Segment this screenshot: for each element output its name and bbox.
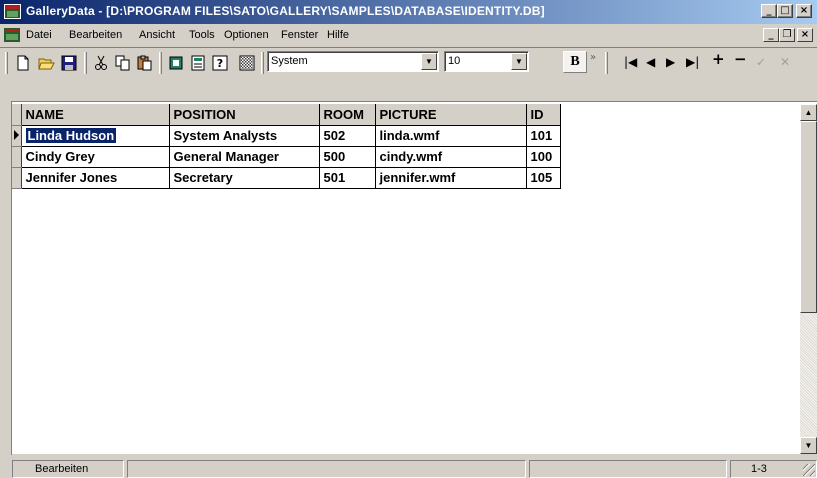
font-name-dropdown[interactable]: System ▼	[267, 51, 439, 72]
grid-view-icon[interactable]	[165, 52, 187, 74]
data-table[interactable]: NAME POSITION ROOM PICTURE ID Linda Huds…	[12, 104, 561, 189]
table-cell[interactable]: 501	[319, 167, 376, 189]
application-window: GalleryData - [D:\PROGRAM FILES\SATO\GAL…	[0, 0, 817, 478]
column-header-name[interactable]: NAME	[21, 104, 170, 126]
table-row[interactable]: Jennifer Jones Secretary 501 jennifer.wm…	[12, 167, 561, 189]
table-cell[interactable]: Cindy Grey	[21, 146, 170, 168]
column-header-position[interactable]: POSITION	[169, 104, 320, 126]
table-cell[interactable]: jennifer.wmf	[375, 167, 527, 189]
scroll-down-button[interactable]: ▼	[800, 437, 817, 454]
table-row[interactable]: Linda Hudson System Analysts 502 linda.w…	[12, 125, 561, 147]
row-indicator[interactable]	[12, 146, 22, 168]
toolbar-separator	[261, 52, 264, 74]
app-icon[interactable]	[4, 4, 21, 19]
copy-icon[interactable]	[112, 52, 134, 74]
minimize-button[interactable]: _	[761, 4, 777, 18]
delete-record-icon[interactable]: −	[734, 51, 747, 67]
font-size-value: 10	[448, 55, 461, 67]
mdi-close-button[interactable]: ×	[797, 28, 813, 42]
save-disk-icon[interactable]	[58, 52, 80, 74]
close-button[interactable]: ×	[796, 4, 812, 18]
toolbar-overflow-icon[interactable]: »	[590, 50, 596, 66]
table-cell[interactable]: 105	[526, 167, 561, 189]
first-record-icon[interactable]: |◀	[624, 54, 637, 70]
table-cell[interactable]: linda.wmf	[375, 125, 527, 147]
current-row-arrow-icon	[14, 130, 19, 140]
window-title: GalleryData - [D:\PROGRAM FILES\SATO\GAL…	[26, 4, 545, 18]
font-name-value: System	[271, 55, 308, 67]
row-indicator-header	[12, 104, 22, 126]
status-panel	[529, 460, 727, 478]
table-cell[interactable]: Secretary	[169, 167, 320, 189]
svg-text:?: ?	[217, 57, 223, 70]
form-view-icon[interactable]	[187, 52, 209, 74]
scroll-up-button[interactable]: ▲	[800, 104, 817, 121]
menu-datei[interactable]: Datei	[26, 29, 52, 41]
title-bar[interactable]: GalleryData - [D:\PROGRAM FILES\SATO\GAL…	[0, 0, 817, 24]
maximize-button[interactable]: □	[777, 4, 793, 18]
menu-tools[interactable]: Tools	[189, 29, 215, 41]
image-icon[interactable]	[236, 52, 258, 74]
paste-icon[interactable]	[134, 52, 156, 74]
menu-fenster[interactable]: Fenster	[281, 29, 318, 41]
menu-bar: Datei Bearbeiten Ansicht Tools Optionen …	[0, 26, 817, 46]
mdi-restore-button[interactable]: ❐	[779, 28, 795, 42]
chevron-down-icon[interactable]: ▼	[421, 53, 437, 70]
row-indicator[interactable]	[12, 167, 22, 189]
new-document-icon[interactable]	[12, 52, 34, 74]
status-panel	[127, 460, 526, 478]
table-cell[interactable]: cindy.wmf	[375, 146, 527, 168]
table-cell[interactable]: 500	[319, 146, 376, 168]
row-indicator[interactable]	[12, 125, 22, 147]
prior-record-icon[interactable]: ◀	[646, 54, 655, 70]
table-cell[interactable]: 101	[526, 125, 561, 147]
table-cell[interactable]: General Manager	[169, 146, 320, 168]
post-record-icon[interactable]: ✓	[756, 54, 766, 70]
menu-ansicht[interactable]: Ansicht	[139, 29, 175, 41]
font-size-dropdown[interactable]: 10 ▼	[444, 51, 529, 72]
table-cell[interactable]: Jennifer Jones	[21, 167, 170, 189]
chevron-down-icon[interactable]: ▼	[511, 53, 527, 70]
cancel-edit-icon[interactable]: ✕	[780, 54, 790, 70]
table-cell[interactable]: 100	[526, 146, 561, 168]
column-header-picture[interactable]: PICTURE	[375, 104, 527, 126]
column-header-id[interactable]: ID	[526, 104, 561, 126]
toolbar-divider	[0, 47, 817, 48]
insert-record-icon[interactable]: +	[712, 51, 725, 67]
toolbar-separator	[84, 52, 87, 74]
status-mode: Bearbeiten	[12, 460, 124, 478]
menu-hilfe[interactable]: Hilfe	[327, 29, 349, 41]
mdi-minimize-button[interactable]: _	[763, 28, 779, 42]
help-icon[interactable]: ?	[209, 52, 231, 74]
table-cell[interactable]: 502	[319, 125, 376, 147]
last-record-icon[interactable]: ▶|	[686, 54, 699, 70]
column-header-room[interactable]: ROOM	[319, 104, 376, 126]
status-bar: Bearbeiten 1-3	[0, 458, 817, 478]
toolbar-grip[interactable]	[605, 52, 608, 74]
bold-button[interactable]: B	[563, 51, 587, 73]
toolbar-grip[interactable]	[5, 52, 8, 74]
vertical-scrollbar[interactable]: ▲ ▼	[800, 104, 817, 454]
next-record-icon[interactable]: ▶	[666, 54, 675, 70]
cut-icon[interactable]	[90, 52, 112, 74]
toolbar-separator	[159, 52, 162, 74]
table-header-row: NAME POSITION ROOM PICTURE ID	[12, 104, 561, 126]
table-cell[interactable]: System Analysts	[169, 125, 320, 147]
open-folder-icon[interactable]	[36, 52, 58, 74]
toolbar: ? System ▼ 10 ▼ B » |◀ ◀ ▶ ▶| + − ✓ ✕	[0, 47, 817, 97]
scroll-thumb[interactable]	[800, 121, 817, 313]
selected-cell-text: Linda Hudson	[25, 128, 117, 143]
table-cell[interactable]: Linda Hudson	[21, 125, 170, 147]
menu-bearbeiten[interactable]: Bearbeiten	[69, 29, 122, 41]
document-icon[interactable]	[4, 28, 20, 42]
table-row[interactable]: Cindy Grey General Manager 500 cindy.wmf…	[12, 146, 561, 168]
resize-grip-icon[interactable]	[803, 464, 815, 476]
menu-optionen[interactable]: Optionen	[224, 29, 269, 41]
